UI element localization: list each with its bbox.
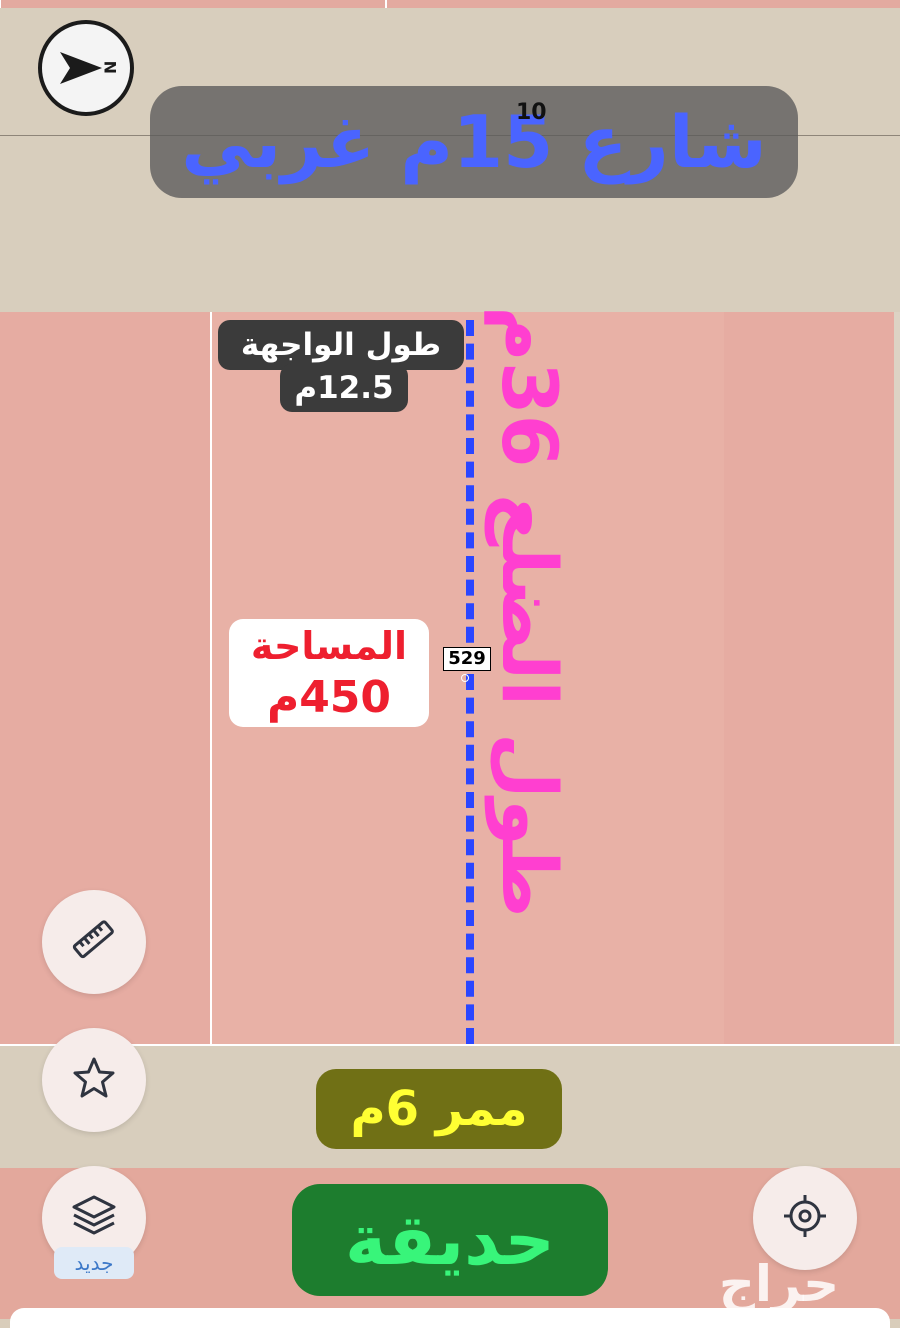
svg-text:N: N [101,61,120,74]
star-icon [70,1054,118,1106]
frontage-label-value: 12.5م [280,364,408,412]
area-label: المساحة 450م [229,619,429,727]
side-length-label: طول الضلع 36م [485,306,574,918]
passage-label: ممر 6م [316,1069,562,1149]
street-number-tag: 10 [516,100,547,125]
layers-icon [69,1191,119,1245]
parcel-point [461,674,469,682]
ruler-icon [70,916,118,968]
garden-label: حديقة [292,1184,608,1296]
compass-north-icon[interactable]: N [38,20,134,116]
favorite-button[interactable] [42,1028,146,1132]
right-street-edge [894,312,900,1167]
area-label-title: المساحة [250,624,408,668]
parcel-boundary-dashed-line [466,320,474,1044]
area-label-value: 450م [266,672,392,723]
top-parcel-strip [0,0,900,8]
measure-button[interactable] [42,890,146,994]
haraj-watermark: حراج [718,1255,840,1313]
bottom-sheet-handle[interactable] [10,1308,890,1328]
parcel-number-marker[interactable]: 529 [443,647,491,671]
crosshair-locate-icon [780,1191,830,1245]
frontage-length-label: طول الواجهة 12.5م [218,320,464,412]
street-name-label: شارع 15م غربي [150,86,798,198]
frontage-label-title: طول الواجهة [218,320,464,370]
layers-new-badge: جديد [54,1247,134,1279]
